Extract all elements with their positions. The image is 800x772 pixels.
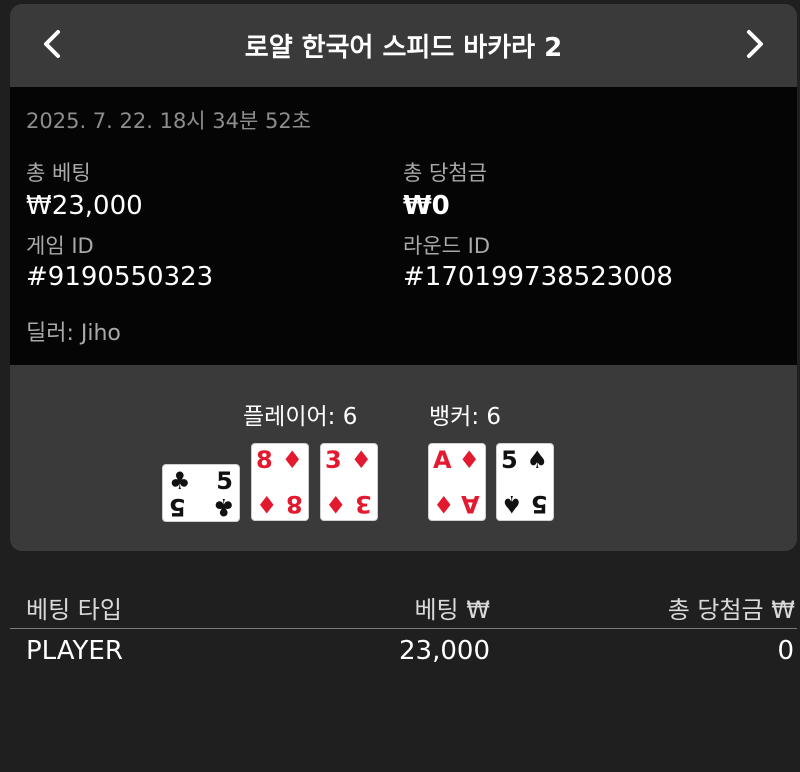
card-rank: 5 <box>216 467 233 495</box>
card-rank: 5 <box>169 493 186 521</box>
row-bet-amount: 23,000 <box>399 636 490 666</box>
page-title: 로얄 한국어 스피드 바카라 2 <box>244 33 563 63</box>
round-id-value: #170199738523008 <box>403 262 673 292</box>
table-header-bet-amount: 베팅 ₩ <box>414 596 490 624</box>
player-card-2: 8 ♦ ♦ 8 <box>251 443 309 521</box>
card-suit: ♦ <box>325 490 347 518</box>
card-suit: ♦ <box>458 446 480 474</box>
total-bet-value: ₩23,000 <box>26 191 143 221</box>
header: 로얄 한국어 스피드 바카라 2 <box>10 4 797 87</box>
round-info: 2025. 7. 22. 18시 34분 52초 총 베팅 ₩23,000 총 … <box>10 87 797 365</box>
card-suit: ♠ <box>526 446 548 474</box>
table-header-bet-type: 베팅 타입 <box>26 596 122 624</box>
card-rank: 8 <box>286 490 303 518</box>
previous-round-button[interactable] <box>32 24 72 64</box>
card-rank: A <box>433 446 452 474</box>
round-timestamp: 2025. 7. 22. 18시 34분 52초 <box>26 109 312 133</box>
total-bet-label: 총 베팅 <box>26 161 91 185</box>
card-rank: 3 <box>325 446 342 474</box>
banker-card-1: A ♦ ♦ A <box>428 443 486 521</box>
card-suit: ♦ <box>350 446 372 474</box>
game-id-label: 게임 ID <box>26 234 94 258</box>
hands-area: 플레이어: 6 뱅커: 6 ♣ 5 5 ♣ 8 ♦ ♦ 8 3 ♦ ♦ 3 A … <box>10 365 797 551</box>
row-total-win: 0 <box>777 636 794 666</box>
card-suit: ♣ <box>213 493 235 521</box>
next-round-button[interactable] <box>735 24 775 64</box>
dealer-name: 딜러: Jiho <box>26 321 121 346</box>
total-win-value: ₩0 <box>403 191 450 221</box>
card-rank: 5 <box>501 446 518 474</box>
card-rank: 3 <box>355 490 372 518</box>
player-hand-label: 플레이어: 6 <box>243 404 358 430</box>
chevron-right-icon <box>747 30 763 58</box>
card-suit: ♦ <box>281 446 303 474</box>
card-suit: ♦ <box>433 490 455 518</box>
banker-hand-label: 뱅커: 6 <box>429 404 502 430</box>
chevron-left-icon <box>44 30 60 58</box>
table-divider <box>10 628 797 629</box>
table-header-total-win: 총 당첨금 ₩ <box>667 596 795 624</box>
game-id-value: #9190550323 <box>26 262 214 292</box>
card-rank: A <box>461 490 480 518</box>
player-card-1: ♣ 5 5 ♣ <box>162 464 240 522</box>
row-bet-type: PLAYER <box>26 636 123 666</box>
card-suit: ♦ <box>256 490 278 518</box>
card-suit: ♠ <box>501 490 523 518</box>
banker-card-2: 5 ♠ ♠ 5 <box>496 443 554 521</box>
card-suit: ♣ <box>169 467 191 495</box>
player-card-3: 3 ♦ ♦ 3 <box>320 443 378 521</box>
round-details-panel: 로얄 한국어 스피드 바카라 2 2025. 7. 22. 18시 34분 52… <box>10 4 797 551</box>
card-rank: 8 <box>256 446 273 474</box>
card-rank: 5 <box>531 490 548 518</box>
total-win-label: 총 당첨금 <box>403 161 487 185</box>
round-id-label: 라운드 ID <box>403 234 490 258</box>
